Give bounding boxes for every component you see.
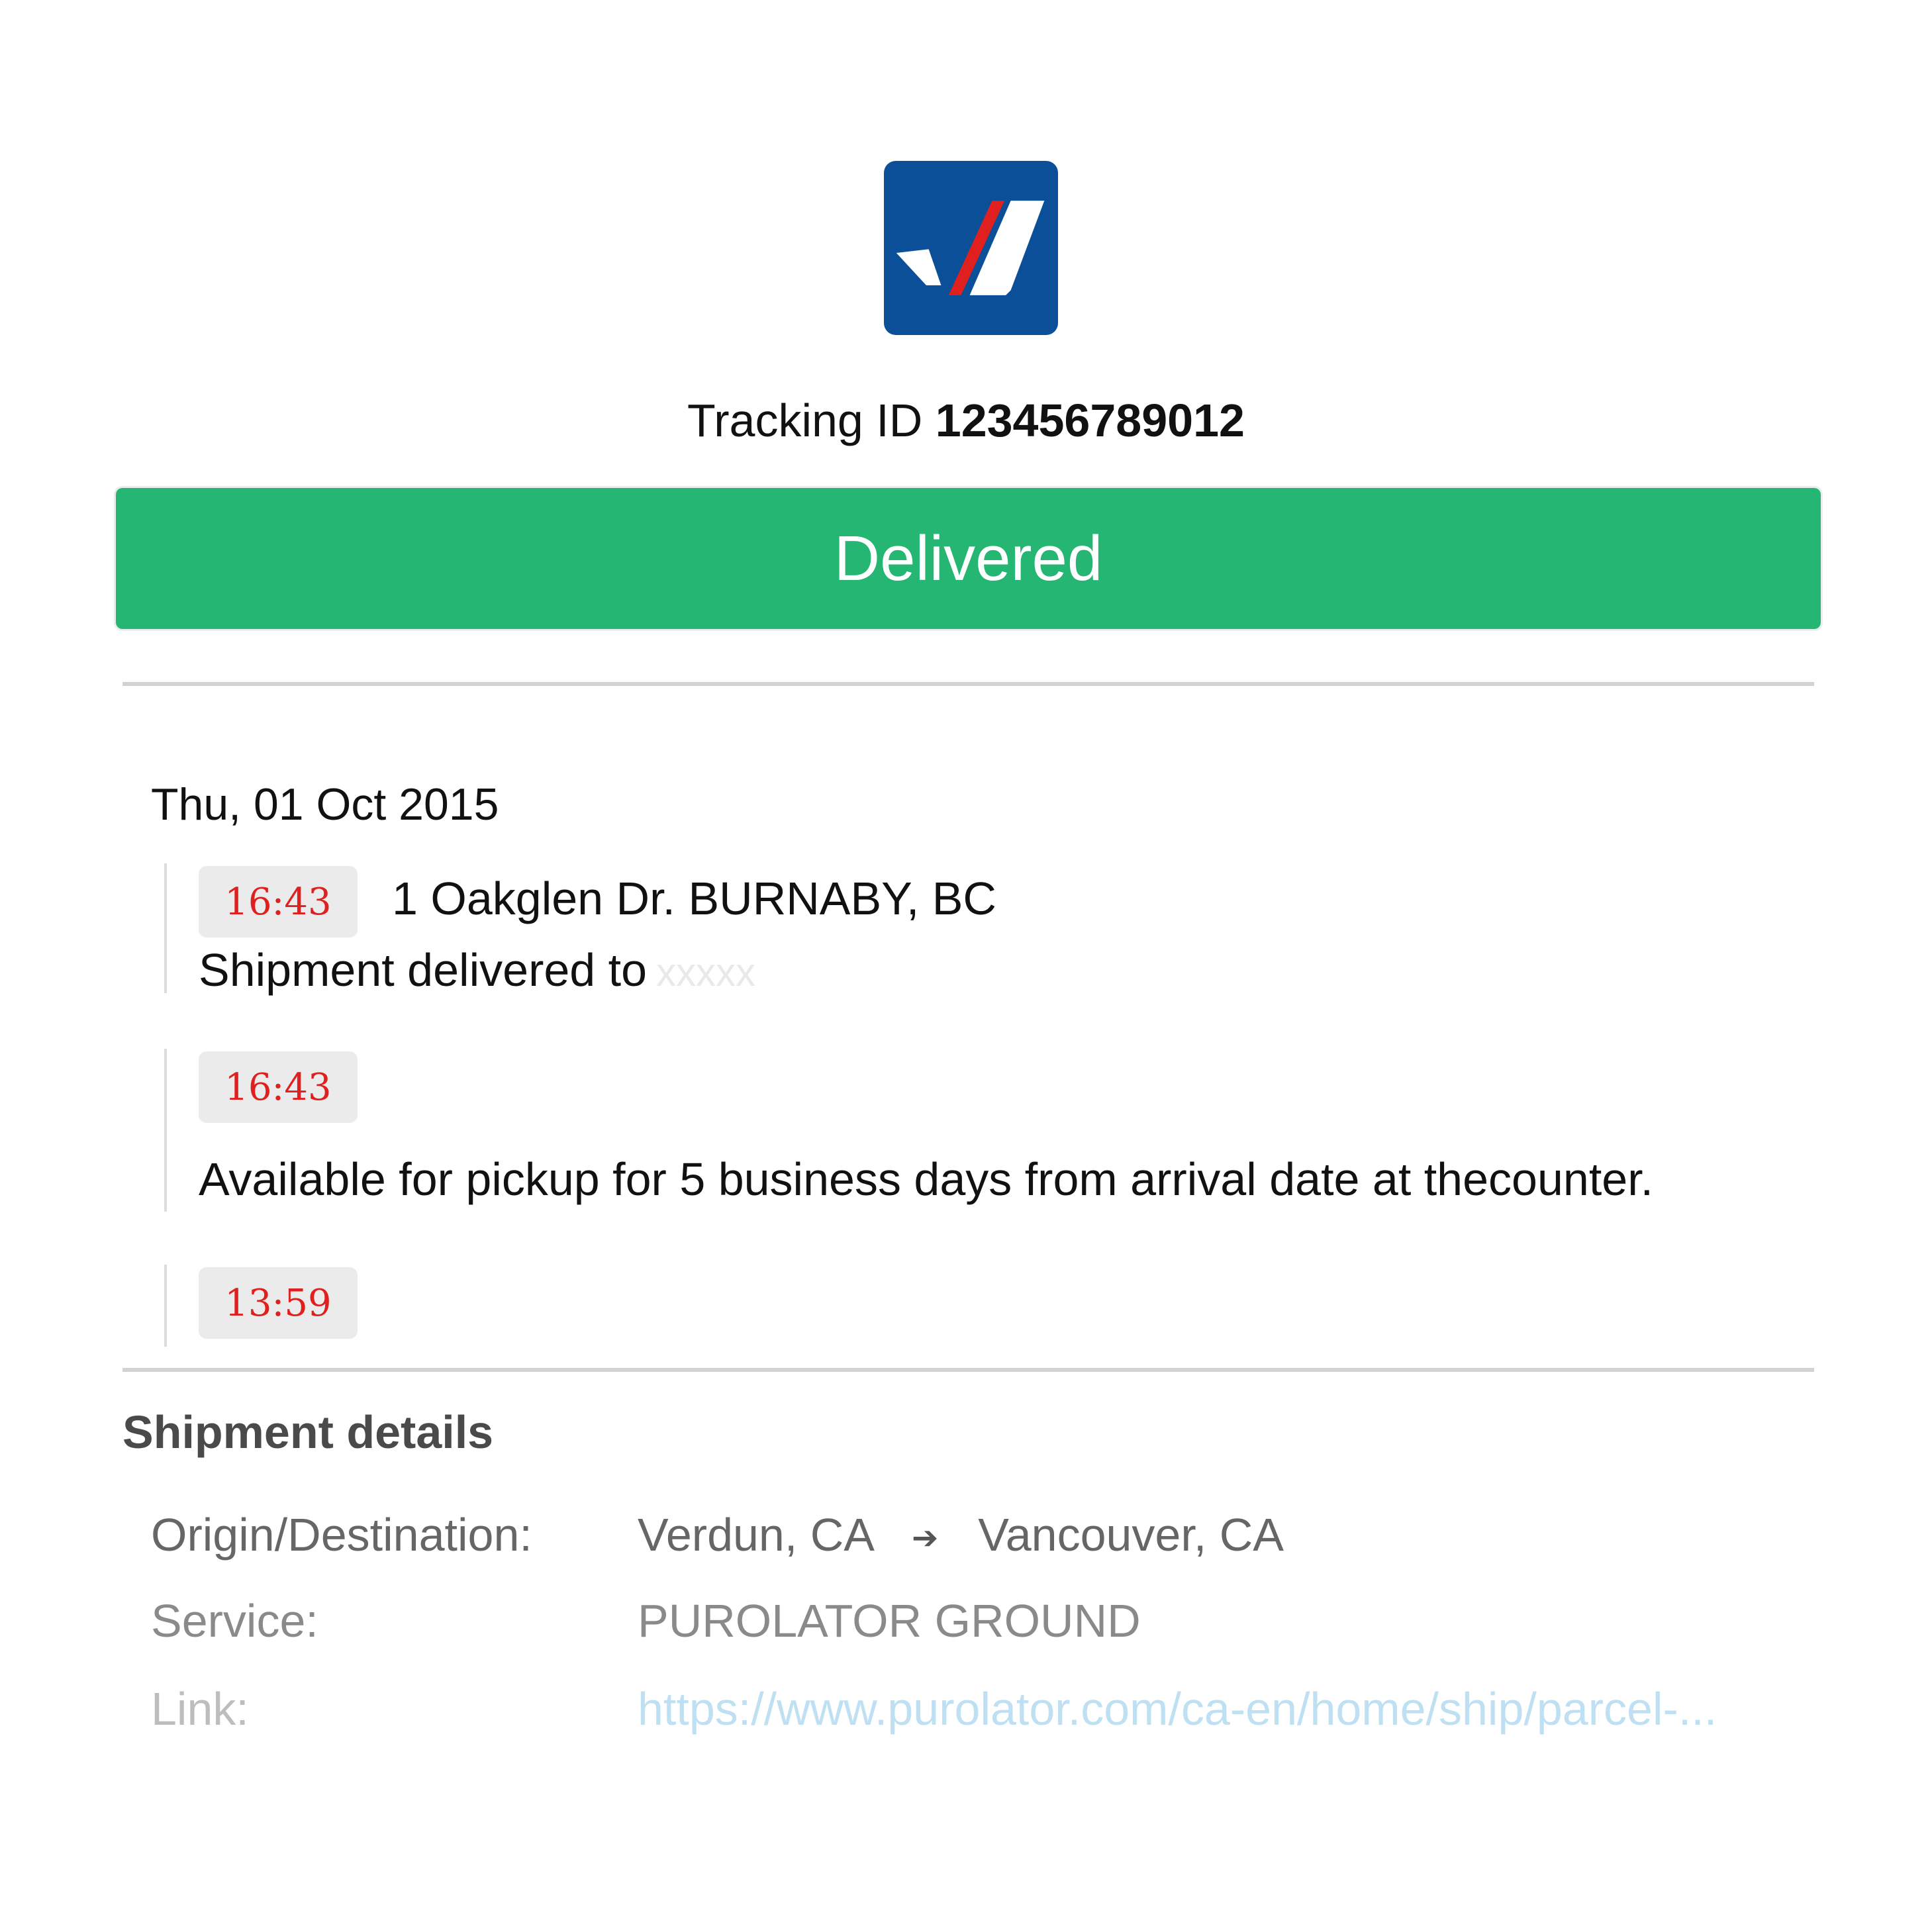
link-label: Link: [151, 1683, 249, 1735]
origin-destination-label: Origin/Destination: [151, 1509, 532, 1561]
event-time-badge: 13:59 [199, 1267, 358, 1339]
divider [122, 682, 1814, 686]
event-location: 1 Oakglen Dr. BURNABY, BC [392, 873, 996, 924]
service-value: PUROLATOR GROUND [638, 1595, 1141, 1647]
status-banner: Delivered [116, 488, 1821, 629]
status-label: Delivered [834, 522, 1103, 594]
event-time-badge: 16:43 [199, 866, 358, 938]
service-label: Service: [151, 1595, 318, 1647]
shipment-details-title: Shipment details [122, 1406, 494, 1458]
history-date: Thu, 01 Oct 2015 [151, 779, 499, 830]
timeline-event: 13:59 [164, 1265, 358, 1347]
arrow-right-icon: ➔ [912, 1520, 939, 1556]
redacted-recipient: xxxxx [656, 950, 756, 994]
tracking-id-value: 123456789012 [935, 395, 1245, 446]
tracking-link[interactable]: https://www.purolator.com/ca-en/home/shi… [638, 1679, 1717, 1739]
origin-value: Verdun, CA [638, 1509, 875, 1561]
origin-destination-value: Verdun, CA ➔ Vancouver, CA [638, 1505, 1284, 1569]
event-time-badge: 16:43 [199, 1051, 358, 1123]
timeline-event: 16:43 Available for pickup for 5 busines… [164, 1049, 1653, 1212]
event-description: Shipment delivered to xxxxx [199, 940, 755, 1002]
event-description-text: Shipment delivered to [199, 944, 648, 996]
destination-value: Vancouver, CA [978, 1509, 1284, 1561]
divider [122, 1368, 1814, 1372]
purolator-logo-icon [884, 161, 1058, 335]
tracking-id-line: Tracking ID 123456789012 [0, 391, 1932, 450]
timeline-event: 16:43 1 Oakglen Dr. BURNABY, BC Shipment… [164, 863, 996, 996]
tracking-id-label: Tracking ID [687, 395, 923, 446]
check-mark-icon [896, 201, 1045, 295]
event-description: Available for pickup for 5 business days… [199, 1153, 1654, 1205]
